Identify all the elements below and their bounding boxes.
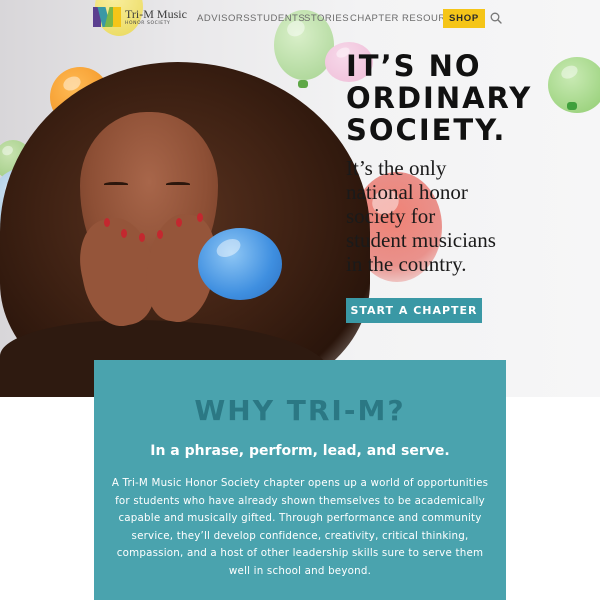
balloon-blue-front — [198, 228, 282, 300]
tagline-line: national honor — [346, 180, 468, 204]
nav-advisors[interactable]: ADVISORS — [197, 13, 250, 24]
headline-line: ORDINARY — [346, 81, 533, 115]
body-line: for students who have already shown them… — [115, 494, 485, 507]
nail — [104, 218, 110, 227]
nav-stories[interactable]: STORIES — [304, 13, 349, 24]
start-chapter-button[interactable]: START A CHAPTER — [346, 298, 482, 323]
nail — [176, 218, 182, 227]
why-body: A Tri-M Music Honor Society chapter open… — [110, 475, 490, 581]
body-line: capable and musically gifted. Through pe… — [118, 512, 482, 525]
logo-mark-icon — [93, 5, 121, 29]
brand-name: Tri-M Music — [125, 6, 187, 21]
tagline-line: student musicians — [346, 228, 496, 252]
headline-line: IT’S NO — [346, 49, 482, 83]
headline-line: SOCIETY. — [346, 113, 507, 147]
nail — [157, 230, 163, 239]
brand-logo[interactable]: Tri-M Music HONOR SOCIETY — [93, 5, 187, 29]
hero-headline: IT’S NO ORDINARY SOCIETY. — [346, 50, 596, 146]
tagline-line: in the country. — [346, 252, 467, 276]
body-line: service, they’ll develop confidence, cre… — [131, 529, 469, 542]
shop-button[interactable]: SHOP — [443, 9, 485, 28]
eye-left — [104, 182, 128, 186]
balloon-knot — [298, 80, 308, 88]
nail — [121, 229, 127, 238]
search-icon[interactable] — [490, 12, 502, 24]
brand-subtitle: HONOR SOCIETY — [125, 20, 171, 26]
body-line: A Tri-M Music Honor Society chapter open… — [111, 477, 489, 489]
body-line: compassion, and a host of other leadersh… — [116, 547, 484, 560]
top-nav: Tri-M Music HONOR SOCIETY ADVISORS STUDE… — [0, 0, 600, 38]
why-subtitle: In a phrase, perform, lead, and serve. — [150, 443, 450, 459]
tagline-line: society for — [346, 204, 436, 228]
hero-tagline: It’s the only national honor society for… — [346, 156, 546, 276]
body-line: well in school and beyond. — [228, 564, 372, 577]
why-title: WHY TRI-M? — [194, 394, 406, 427]
nav-students[interactable]: STUDENTS — [250, 13, 305, 24]
nail — [197, 213, 203, 222]
nail — [139, 233, 145, 242]
tagline-line: It’s the only — [346, 156, 447, 180]
eye-right — [166, 182, 190, 186]
why-panel: WHY TRI-M? In a phrase, perform, lead, a… — [94, 360, 506, 600]
